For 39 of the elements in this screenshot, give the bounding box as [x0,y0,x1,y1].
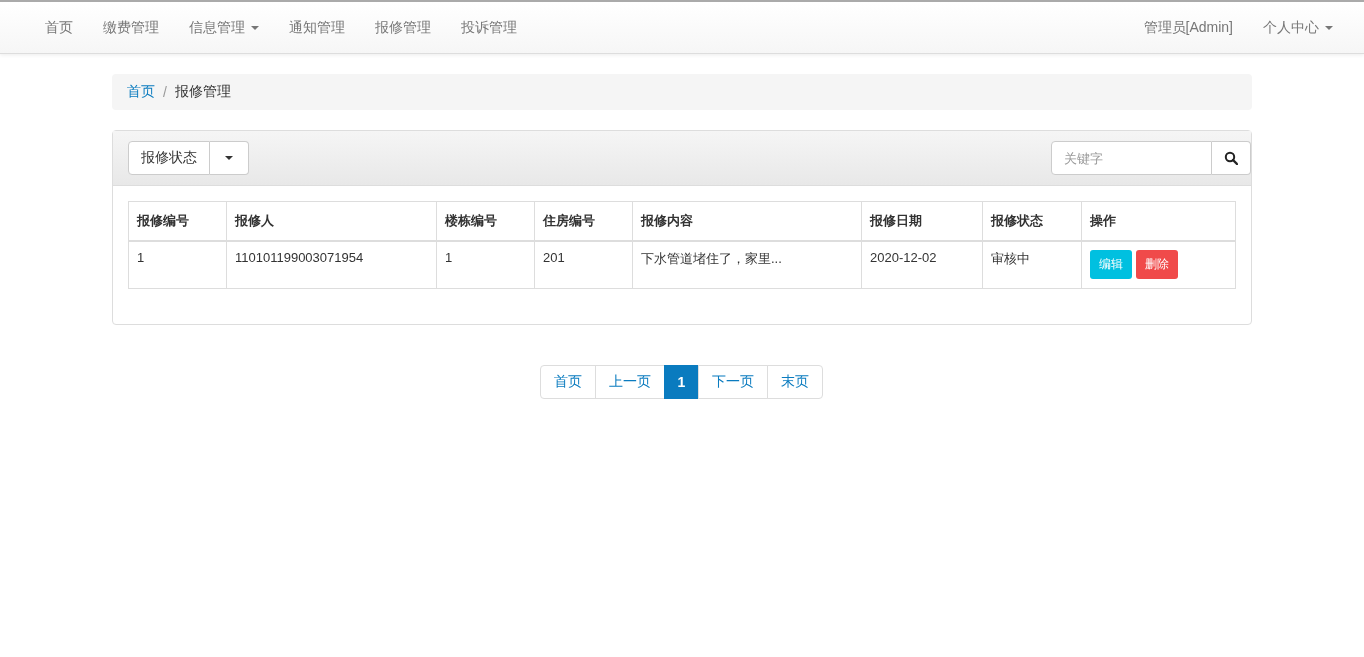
breadcrumb-separator: / [163,84,167,100]
breadcrumb-current: 报修管理 [174,83,231,101]
nav-link[interactable]: 管理员[Admin] [1128,18,1248,37]
search-icon [1224,151,1238,165]
column-header: 报修编号 [128,201,227,241]
nav-link[interactable]: 投诉管理 [446,18,532,37]
column-header: 住房编号 [534,201,633,241]
page-link[interactable]: 首页 [539,364,596,399]
status-filter-button[interactable]: 报修状态 [128,141,210,175]
nav-link[interactable]: 首页 [30,18,88,37]
nav-link[interactable]: 通知管理 [274,18,360,37]
caret-icon [251,25,259,30]
column-header: 操作 [1081,201,1236,241]
caret-icon [1325,25,1333,30]
table-cell: 1 [128,241,227,288]
table-cell: 下水管道堵住了，家里... [632,241,862,288]
column-header: 报修状态 [982,201,1082,241]
breadcrumb-link[interactable]: 首页 [127,83,155,101]
page-link[interactable]: 下一页 [698,364,769,399]
nav-link[interactable]: 信息管理 [174,18,274,37]
dropdown-toggle[interactable] [210,141,249,175]
table-cell: 2020-12-02 [861,241,983,288]
delete-button[interactable]: 删除 [1136,250,1178,279]
column-header: 报修日期 [861,201,983,241]
table-cell: 1 [436,241,535,288]
table-cell: 201 [534,241,633,288]
nav-link[interactable]: 报修管理 [360,18,446,37]
search-button[interactable] [1212,141,1251,175]
column-header: 报修内容 [632,201,862,241]
table-cell: 110101199003071954 [226,241,437,288]
page-link[interactable]: 上一页 [594,364,665,399]
column-header: 报修人 [226,201,437,241]
nav-link[interactable]: 个人中心 [1248,18,1348,37]
page-link[interactable]: 1 [663,364,700,399]
column-header: 楼栋编号 [436,201,535,241]
search-field[interactable]: 关键字 [1051,141,1212,175]
page-link[interactable]: 末页 [767,364,824,399]
table-cell: 审核中 [982,241,1082,288]
nav-link[interactable]: 缴费管理 [88,18,174,37]
